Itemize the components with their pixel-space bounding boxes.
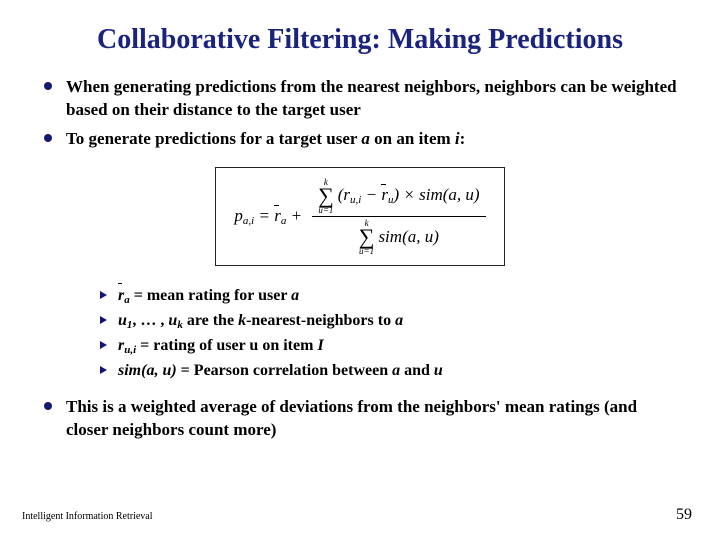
def2-a: a bbox=[395, 312, 403, 329]
bullet-2-text-3: : bbox=[460, 129, 466, 148]
formula-sim-args-2: (a, u) bbox=[402, 227, 439, 246]
slide: Collaborative Filtering: Making Predicti… bbox=[0, 0, 720, 442]
formula-fraction: k ∑ u=1 (ru,i − ru) × sim(a, u) k ∑ u=1 bbox=[312, 176, 486, 257]
formula-rbar-u: r bbox=[381, 185, 388, 205]
sigma-symbol: ∑ bbox=[318, 186, 334, 206]
def3-I: I bbox=[317, 337, 323, 354]
def1-a: a bbox=[291, 287, 299, 304]
def-4: sim(a, u) = Pearson correlation between … bbox=[100, 359, 680, 382]
def3-sub: u,i bbox=[124, 344, 136, 356]
sigma-icon: k ∑ u=1 bbox=[318, 178, 334, 214]
sigma-lower-2: u=1 bbox=[359, 247, 374, 255]
formula-num-expr: (ru,i − ru) × sim(a, u) bbox=[338, 185, 480, 206]
def-2: u1, … , uk are the k-nearest-neighbors t… bbox=[100, 309, 680, 334]
def2-k: k bbox=[238, 312, 246, 329]
def4-and: and bbox=[400, 362, 434, 379]
def2-mid: , … , bbox=[132, 312, 168, 329]
note-bullet: This is a weighted average of deviations… bbox=[40, 396, 680, 442]
def2-post: -nearest-neighbors to bbox=[246, 312, 395, 329]
formula-lhs: pa,i = ra + bbox=[234, 206, 302, 227]
formula-sim: sim bbox=[419, 185, 443, 204]
sigma-lower: u=1 bbox=[318, 206, 333, 214]
def2-u1: u bbox=[118, 312, 127, 329]
def3-text: = rating of user u on item bbox=[136, 337, 317, 354]
bullet-2-text-2: on an item bbox=[370, 129, 455, 148]
definitions-list: ra = mean rating for user a u1, … , uk a… bbox=[40, 284, 680, 382]
slide-title: Collaborative Filtering: Making Predicti… bbox=[40, 24, 680, 56]
def4-a: a bbox=[392, 362, 400, 379]
bullet-2: To generate predictions for a target use… bbox=[40, 128, 680, 151]
formula-rui-sub: u,i bbox=[350, 194, 361, 206]
formula-minus: − bbox=[361, 185, 381, 204]
formula-plus: + bbox=[291, 206, 302, 225]
formula-den-expr: sim(a, u) bbox=[378, 227, 438, 247]
sigma-icon-2: k ∑ u=1 bbox=[359, 219, 375, 255]
note-list: This is a weighted average of deviations… bbox=[40, 396, 680, 442]
page-number: 59 bbox=[676, 506, 692, 524]
formula-times: × bbox=[399, 185, 419, 204]
def2-text: are the bbox=[183, 312, 238, 329]
formula-box: pa,i = ra + k ∑ u=1 (ru,i − ru) × sim(a,… bbox=[215, 167, 504, 266]
formula-sim-2: sim bbox=[378, 227, 402, 246]
formula-eq: = bbox=[258, 206, 274, 225]
bullet-2-var-a: a bbox=[361, 129, 370, 148]
formula-p: p bbox=[234, 206, 243, 225]
def1-text: = mean rating for user bbox=[130, 287, 291, 304]
footer-left: Intelligent Information Retrieval bbox=[22, 511, 153, 522]
def2-uk: u bbox=[168, 312, 177, 329]
bullet-2-text-1: To generate predictions for a target use… bbox=[66, 129, 361, 148]
formula-p-sub: a,i bbox=[243, 215, 254, 227]
formula-rbar-a: r bbox=[274, 206, 281, 226]
def4-sim: sim(a, u) bbox=[118, 362, 177, 379]
def4-text: = Pearson correlation between bbox=[177, 362, 392, 379]
formula-container: pa,i = ra + k ∑ u=1 (ru,i − ru) × sim(a,… bbox=[40, 167, 680, 266]
def4-u: u bbox=[434, 362, 443, 379]
formula-sim-args: (a, u) bbox=[443, 185, 480, 204]
sigma-symbol-2: ∑ bbox=[359, 227, 375, 247]
def-3: ru,i = rating of user u on item I bbox=[100, 334, 680, 359]
formula-denominator: k ∑ u=1 sim(a, u) bbox=[353, 217, 445, 257]
formula-rbar-a-sub: a bbox=[281, 215, 287, 227]
def1-rbar: r bbox=[118, 284, 124, 307]
top-bullet-list: When generating predictions from the nea… bbox=[40, 76, 680, 151]
bullet-1: When generating predictions from the nea… bbox=[40, 76, 680, 122]
formula-numerator: k ∑ u=1 (ru,i − ru) × sim(a, u) bbox=[312, 176, 486, 217]
def-1: ra = mean rating for user a bbox=[100, 284, 680, 309]
